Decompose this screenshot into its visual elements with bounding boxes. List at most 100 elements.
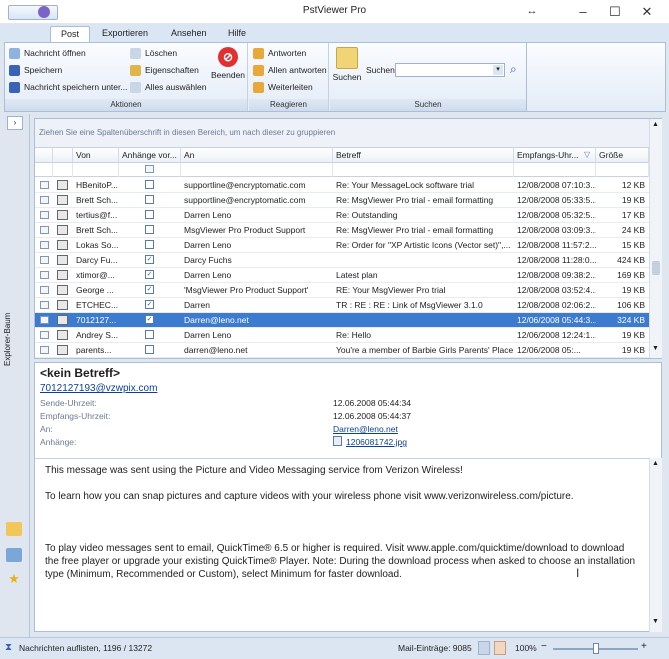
scroll-down-icon[interactable]: ▼	[652, 345, 659, 352]
to-link[interactable]: Darren@leno.net	[333, 424, 398, 434]
delete-button[interactable]: Löschen	[130, 46, 177, 60]
save-icon	[9, 64, 20, 76]
envelope-icon	[57, 210, 68, 220]
save-as-icon	[9, 81, 20, 93]
cell-to: supportline@encryptomatic.com	[184, 195, 306, 205]
filter-size[interactable]	[596, 163, 649, 177]
body-paragraph: To play video messages sent to email, Qu…	[45, 543, 636, 580]
reply-all-button[interactable]: Allen antworten	[253, 63, 327, 77]
table-row[interactable]: tertius@f... Darren Leno Re: Outstanding 12…	[35, 208, 649, 223]
row-checkbox[interactable]	[40, 211, 49, 219]
search-input[interactable]: ▾	[395, 63, 505, 77]
filter-attachments[interactable]	[119, 163, 181, 177]
col-checkbox[interactable]	[35, 148, 53, 163]
view-normal-icon[interactable]	[478, 641, 490, 655]
table-row[interactable]: parents... darren@leno.net You're a member…	[35, 343, 649, 358]
exit-button[interactable]: ⊘ Beenden	[211, 45, 245, 89]
zoom-in-button[interactable]: +	[641, 641, 647, 652]
scroll-up-icon[interactable]: ▲	[652, 460, 659, 467]
scroll-down-icon[interactable]: ▼	[652, 618, 659, 625]
search-icon[interactable]: ⌕	[510, 62, 524, 76]
properties-button[interactable]: Eigenschaften	[130, 63, 199, 77]
table-row[interactable]: Brett Sch... MsgViewer Pro Product Suppor…	[35, 223, 649, 238]
attachment-icon	[145, 210, 154, 219]
filter-from[interactable]	[73, 163, 119, 177]
scroll-up-icon[interactable]: ▲	[652, 121, 659, 128]
zoom-slider-thumb[interactable]	[592, 643, 599, 654]
col-from[interactable]: Von	[73, 148, 119, 163]
forward-button[interactable]: Weiterleiten	[253, 80, 313, 94]
col-attachments[interactable]: Anhänge vor...	[119, 148, 181, 163]
body-paragraph: To learn how you can snap pictures and c…	[45, 491, 574, 502]
expand-panel-button[interactable]: ›	[7, 116, 23, 130]
table-row[interactable]: ETCHEC... ✓ Darren TR : RE : RE : Link of M…	[35, 298, 649, 313]
table-row[interactable]: 7012127... ✓ Darren@leno.net 12/06/2008 05:…	[35, 313, 649, 328]
view-reading-icon[interactable]	[494, 641, 506, 655]
attachment-checked-icon: ✓	[145, 255, 154, 264]
tab-exportieren[interactable]: Exportieren	[92, 26, 158, 42]
search-dropdown-icon[interactable]: ▾	[493, 65, 503, 75]
column-header-row: Von Anhänge vor... An Betreff Empfangs-U…	[35, 147, 649, 163]
folder-icon[interactable]	[6, 522, 22, 536]
preview-sender-link[interactable]: 7012127193@vzwpix.com	[40, 383, 157, 394]
col-icon[interactable]	[53, 148, 73, 163]
table-row[interactable]: xtimor@... ✓ Darren Leno Latest plan 12/08/2…	[35, 268, 649, 283]
filter-received[interactable]	[514, 163, 596, 177]
filter-funnel-icon[interactable]: ▽	[584, 150, 590, 159]
ribbon-tabs: Post Exportieren Ansehen Hilfe	[0, 24, 669, 42]
envelope-icon	[57, 255, 68, 265]
table-row[interactable]: Darcy Fu... ✓ Darcy Fuchs 12/08/2008 11:28:…	[35, 253, 649, 268]
cell-subject: Re: Hello	[336, 330, 371, 340]
row-checkbox[interactable]	[40, 196, 49, 204]
row-checkbox[interactable]	[40, 286, 49, 294]
filter-checkbox[interactable]	[145, 165, 154, 173]
col-subject[interactable]: Betreff	[333, 148, 514, 163]
row-checkbox[interactable]	[40, 301, 49, 309]
message-preview: <kein Betreff> 7012127193@vzwpix.com Sen…	[34, 362, 662, 632]
scroll-thumb[interactable]	[652, 261, 660, 275]
minimize-button[interactable]: –	[568, 2, 598, 22]
maximize-button[interactable]: ☐	[600, 2, 630, 22]
reply-button[interactable]: Antworten	[253, 46, 306, 60]
select-all-button[interactable]: Alles auswählen	[130, 80, 206, 94]
table-row[interactable]: Lokas So... Darren Leno Re: Order for "XP …	[35, 238, 649, 253]
row-checkbox[interactable]	[40, 331, 49, 339]
cell-received: 12/08/2008 02:06:2...	[517, 300, 596, 310]
attachment-icon	[145, 225, 154, 234]
col-size[interactable]: Größe	[596, 148, 649, 163]
attachment-link[interactable]: 1206081742.jpg	[346, 437, 407, 447]
filter-subject[interactable]	[333, 163, 514, 177]
row-checkbox[interactable]	[40, 316, 49, 324]
cell-from: Lokas So...	[76, 240, 119, 250]
row-checkbox[interactable]	[40, 271, 49, 279]
save-as-button[interactable]: Nachricht speichern unter...	[9, 80, 127, 94]
search-folder-icon	[336, 47, 358, 69]
search-big-button[interactable]: Suchen	[332, 45, 362, 89]
cell-size: 19 KB	[621, 195, 645, 205]
cell-subject	[333, 313, 514, 327]
table-row[interactable]: Brett Sch... supportline@encryptomatic.co…	[35, 193, 649, 208]
open-message-button[interactable]: Nachricht öffnen	[9, 46, 86, 60]
reply-icon	[253, 47, 264, 59]
col-to[interactable]: An	[181, 148, 333, 163]
tab-ansehen[interactable]: Ansehen	[161, 26, 217, 42]
row-checkbox[interactable]	[40, 346, 49, 354]
row-checkbox[interactable]	[40, 226, 49, 234]
close-button[interactable]: ✕	[632, 2, 662, 22]
tab-post[interactable]: Post	[50, 26, 91, 42]
favorites-star-icon[interactable]: ★	[6, 572, 22, 586]
row-checkbox[interactable]	[40, 241, 49, 249]
zoom-out-button[interactable]: −	[541, 641, 547, 652]
preview-scrollbar[interactable]: ▲ ▼	[649, 458, 662, 632]
row-checkbox[interactable]	[40, 181, 49, 189]
help-icon[interactable]	[6, 548, 22, 562]
table-row[interactable]: Andrey S... Darren Leno Re: Hello 12/06/200…	[35, 328, 649, 343]
search-label: Suchen	[366, 65, 395, 75]
tab-hilfe[interactable]: Hilfe	[218, 26, 256, 42]
row-checkbox[interactable]	[40, 256, 49, 264]
table-row[interactable]: HBenitoP... supportline@encryptomatic.com…	[35, 178, 649, 193]
message-list-scrollbar[interactable]: ▲ ▼	[649, 119, 662, 358]
filter-to[interactable]	[181, 163, 333, 177]
save-button[interactable]: Speichern	[9, 63, 62, 77]
table-row[interactable]: George ... ✓ 'MsgViewer Pro Product Suppor…	[35, 283, 649, 298]
